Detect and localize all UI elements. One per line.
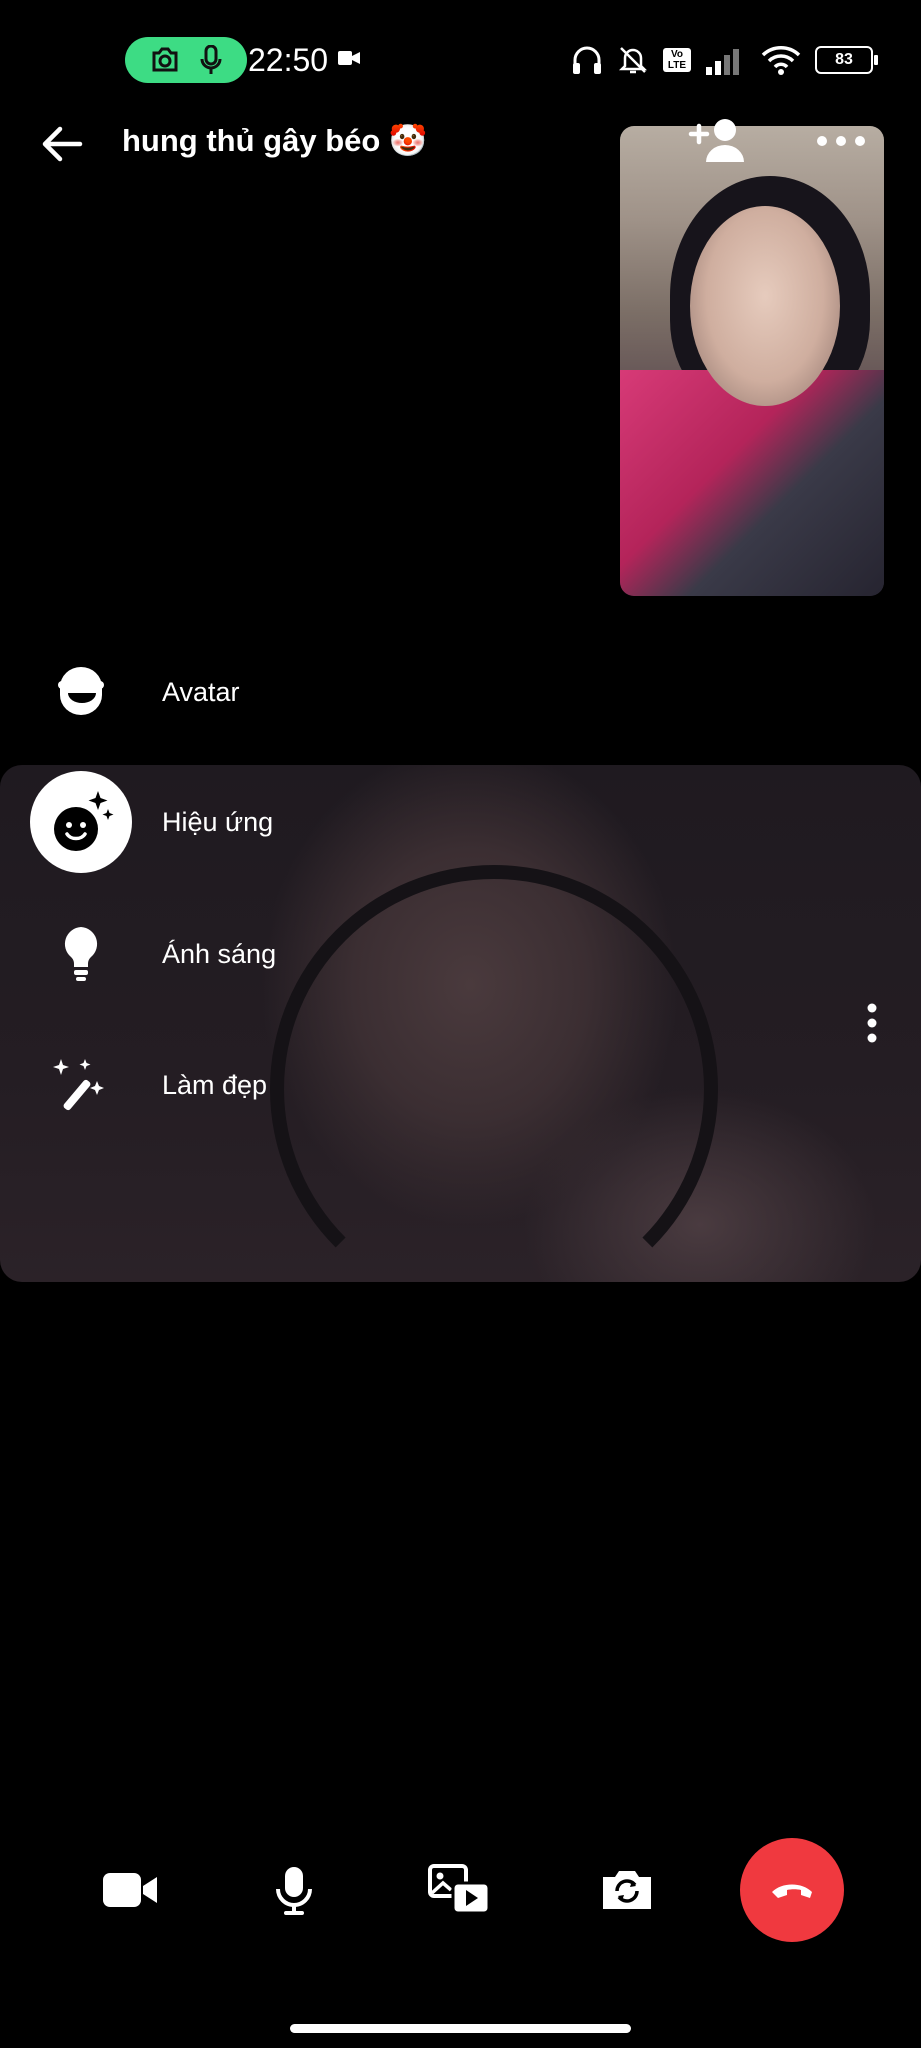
camera-in-use-icon xyxy=(152,47,178,72)
recording-indicator[interactable] xyxy=(125,37,247,83)
menu-label-avatar: Avatar xyxy=(162,677,240,707)
end-call-button[interactable] xyxy=(740,1838,844,1942)
video-camera-icon xyxy=(103,1873,157,1907)
remote-video-subject xyxy=(270,865,718,1282)
volte-icon: Vo LTE xyxy=(663,48,691,72)
microphone-in-use-icon xyxy=(200,45,222,74)
home-indicator[interactable] xyxy=(290,2024,631,2033)
contact-name: hung thủ gây béo 🤡 xyxy=(122,123,428,158)
volte-label-top: Vo xyxy=(670,49,684,60)
self-video-preview[interactable] xyxy=(620,126,884,596)
battery-level: 83 xyxy=(835,51,853,68)
menu-item-effects[interactable]: Hiệu ứng xyxy=(30,770,273,874)
video-more-options-icon[interactable] xyxy=(860,1002,884,1044)
flip-camera-button[interactable] xyxy=(575,1838,679,1942)
end-call-icon xyxy=(772,1884,812,1898)
more-options-icon[interactable] xyxy=(814,130,868,152)
add-person-icon[interactable] xyxy=(688,116,750,166)
menu-label-effects: Hiệu ứng xyxy=(162,807,274,837)
menu-label-beauty: Làm đẹp xyxy=(162,1070,268,1100)
media-share-icon xyxy=(428,1864,491,1915)
menu-item-avatar[interactable]: Avatar xyxy=(30,640,240,744)
wifi-icon xyxy=(761,46,801,75)
status-time: 22:50 xyxy=(248,42,329,78)
headphones-icon xyxy=(573,46,601,74)
self-video-face xyxy=(690,206,840,406)
battery-icon: 83 xyxy=(815,46,878,74)
video-toggle-button[interactable] xyxy=(78,1838,182,1942)
back-arrow-icon[interactable] xyxy=(34,116,90,172)
menu-label-lighting: Ánh sáng xyxy=(162,939,277,969)
remote-video xyxy=(0,765,921,1282)
avatar-icon xyxy=(30,641,132,743)
lightbulb-icon xyxy=(30,903,132,1005)
share-media-button[interactable] xyxy=(408,1838,512,1942)
menu-item-lighting[interactable]: Ánh sáng xyxy=(30,902,276,1006)
microphone-icon xyxy=(276,1867,312,1915)
status-icons: Vo LTE 83 xyxy=(571,38,878,82)
video-recording-icon xyxy=(338,51,360,65)
signal-icon xyxy=(706,49,739,75)
magic-wand-icon xyxy=(30,1034,132,1136)
mute-bell-icon xyxy=(618,47,648,74)
microphone-button[interactable] xyxy=(242,1838,346,1942)
flip-camera-icon xyxy=(603,1871,651,1909)
volte-label-bottom: LTE xyxy=(667,60,687,71)
menu-item-beauty[interactable]: Làm đẹp xyxy=(30,1033,267,1137)
effects-icon xyxy=(30,771,132,873)
